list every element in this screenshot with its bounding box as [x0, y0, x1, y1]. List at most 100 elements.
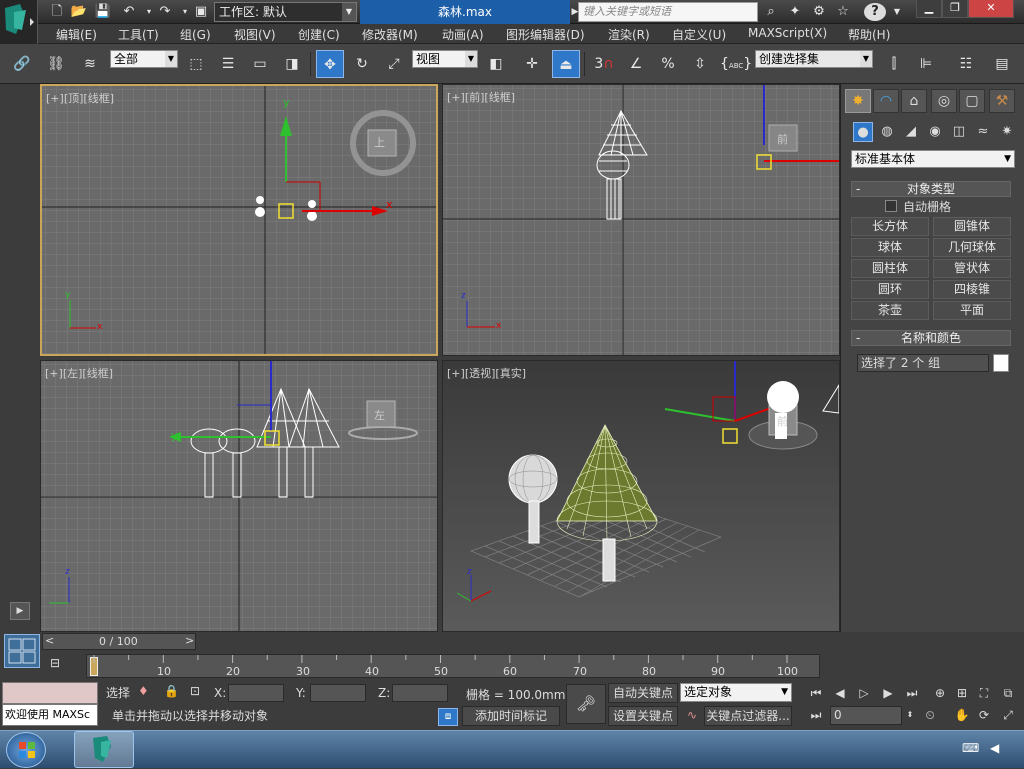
spinner-snap-icon[interactable]: ⇳: [686, 50, 714, 78]
bind-to-space-warp-icon[interactable]: ≋: [76, 50, 104, 78]
object-type-rollout[interactable]: - 对象类型: [851, 181, 1011, 197]
pivot-center-icon[interactable]: ◧: [482, 50, 510, 78]
curve-editor-icon[interactable]: ⊟: [50, 656, 74, 674]
x-coordinate-field[interactable]: [228, 684, 284, 702]
network-tray-icon[interactable]: ◀: [990, 741, 1010, 759]
menu-customize[interactable]: 自定义(U): [672, 26, 726, 43]
maximize-button[interactable]: ❐: [942, 0, 968, 18]
current-frame-field[interactable]: 0: [830, 706, 902, 725]
new-file-icon[interactable]: 🗋: [48, 3, 66, 21]
start-button[interactable]: [6, 732, 46, 768]
menu-create[interactable]: 创建(C): [298, 26, 340, 43]
teapot-button[interactable]: 茶壶: [851, 301, 929, 320]
workspace-select[interactable]: 工作区: 默认 ▼: [214, 2, 357, 22]
menu-rendering[interactable]: 渲染(R): [608, 26, 650, 43]
track-bar[interactable]: 10 20 30 40 50 60 70 80 90 100: [86, 654, 820, 678]
object-name-field[interactable]: 选择了 2 个 组: [857, 354, 989, 372]
viewport-front[interactable]: [+][前][线框] 前 z x: [442, 84, 840, 356]
angle-snap-icon[interactable]: ∠: [622, 50, 650, 78]
viewcube-face-label[interactable]: 上: [374, 134, 385, 150]
zoom-icon[interactable]: ⊕: [930, 684, 950, 702]
maxscript-listener-pink[interactable]: [2, 682, 98, 704]
torus-button[interactable]: 圆环: [851, 280, 929, 299]
reference-coordinate-select[interactable]: 视图 ▼: [412, 50, 478, 68]
autogrid-checkbox[interactable]: [885, 200, 897, 212]
time-slider-next-icon[interactable]: >: [185, 634, 194, 647]
viewport-top[interactable]: [+][顶][线框] 上 y x y x: [40, 84, 438, 356]
graphite-tools-icon[interactable]: ▤: [988, 50, 1016, 78]
add-time-tag-button[interactable]: 添加时间标记: [462, 706, 560, 726]
create-tab-icon[interactable]: ✸: [845, 89, 871, 113]
play-expand-icon[interactable]: ▶: [10, 602, 30, 620]
key-filter-curve-icon[interactable]: ∿: [682, 706, 702, 726]
geometry-icon[interactable]: ●: [853, 122, 873, 142]
keyboard-shortcut-override-icon[interactable]: ⏏: [552, 50, 580, 78]
viewport-label[interactable]: [+][前][线框]: [447, 89, 515, 105]
display-tab-icon[interactable]: ▢: [959, 89, 985, 113]
select-and-link-icon[interactable]: 🔗: [8, 50, 36, 78]
cylinder-button[interactable]: 圆柱体: [851, 259, 929, 278]
helpers-icon[interactable]: ◫: [949, 122, 969, 142]
select-and-rotate-icon[interactable]: ↻: [348, 50, 376, 78]
select-by-name-icon[interactable]: ☰: [214, 50, 242, 78]
spacewarps-icon[interactable]: ≈: [973, 122, 993, 142]
viewcube-face-label[interactable]: 前: [777, 131, 788, 147]
help-dropdown-icon[interactable]: ▼: [888, 3, 906, 21]
undo-icon[interactable]: ↶: [120, 3, 138, 21]
select-object-icon[interactable]: ⬚: [182, 50, 210, 78]
plane-button[interactable]: 平面: [933, 301, 1011, 320]
app-menu-button[interactable]: [0, 0, 38, 44]
absolute-mode-icon[interactable]: ⊡: [190, 684, 208, 702]
viewcube-face-label[interactable]: 左: [374, 407, 385, 423]
lights-icon[interactable]: ◢: [901, 122, 921, 142]
y-coordinate-field[interactable]: [310, 684, 366, 702]
menu-edit[interactable]: 编辑(E): [56, 26, 97, 43]
close-button[interactable]: ✕: [968, 0, 1014, 18]
maximize-viewport-icon[interactable]: ⤢: [998, 706, 1018, 724]
zoom-all-icon[interactable]: ⊞: [952, 684, 972, 702]
orbit-icon[interactable]: ⟳: [974, 706, 994, 724]
snaps-toggle-icon[interactable]: 3∩: [590, 50, 618, 78]
favorites-star-icon[interactable]: ☆: [834, 3, 852, 21]
zoom-extents-all-icon[interactable]: ⧉: [998, 684, 1018, 702]
key-mode-icon[interactable]: 🗝: [566, 684, 606, 724]
key-mode-toggle-icon[interactable]: ⏭: [806, 706, 826, 724]
hierarchy-tab-icon[interactable]: ⌂: [901, 89, 927, 113]
menu-help[interactable]: 帮助(H): [848, 26, 890, 43]
taskbar-3dsmax-app[interactable]: [74, 731, 134, 768]
geosphere-button[interactable]: 几何球体: [933, 238, 1011, 257]
menu-group[interactable]: 组(G): [180, 26, 211, 43]
zoom-extents-icon[interactable]: ⛶: [974, 684, 994, 702]
edit-named-selection-icon[interactable]: {ABC}: [720, 50, 752, 78]
redo-icon[interactable]: ↷: [156, 3, 174, 21]
modify-tab-icon[interactable]: ◠: [873, 89, 899, 113]
go-to-end-icon[interactable]: ⏭: [902, 684, 922, 702]
menu-tools[interactable]: 工具(T): [118, 26, 159, 43]
select-and-move-icon[interactable]: ✥: [316, 50, 344, 78]
viewport-left[interactable]: [+][左][线框] 左 y z: [40, 360, 438, 632]
unlink-icon[interactable]: ⛓: [42, 50, 70, 78]
cone-button[interactable]: 圆锥体: [933, 217, 1011, 236]
utilities-tab-icon[interactable]: ⚒: [989, 89, 1015, 113]
menu-views[interactable]: 视图(V): [234, 26, 276, 43]
keyboard-tray-icon[interactable]: ⌨: [962, 741, 982, 759]
menu-graph-editors[interactable]: 图形编辑器(D): [506, 26, 585, 43]
auto-key-button[interactable]: 自动关键点: [608, 683, 678, 703]
binoculars-icon[interactable]: ⌕: [762, 3, 780, 21]
previous-frame-icon[interactable]: ◀: [830, 684, 850, 702]
frame-spinner-icon[interactable]: ⬍: [904, 706, 916, 724]
pyramid-button[interactable]: 四棱锥: [933, 280, 1011, 299]
key-target-select[interactable]: 选定对象 ▼: [680, 683, 792, 702]
help-icon[interactable]: ?: [864, 3, 886, 21]
menu-maxscript[interactable]: MAXScript(X): [748, 26, 827, 40]
go-to-start-icon[interactable]: ⏮: [806, 684, 826, 702]
layer-manager-icon[interactable]: ☷: [952, 50, 980, 78]
name-color-rollout[interactable]: - 名称和颜色: [851, 330, 1011, 346]
next-frame-icon[interactable]: ▶: [878, 684, 898, 702]
selection-lock-icon[interactable]: 🔒: [164, 684, 182, 702]
viewport-perspective[interactable]: [+][透视][真实] 前 z: [442, 360, 840, 632]
align-icon[interactable]: ⊫: [912, 50, 940, 78]
time-slider[interactable]: < 0 / 100 >: [42, 633, 196, 650]
menu-animation[interactable]: 动画(A): [442, 26, 484, 43]
time-tag-icon[interactable]: ⧈: [438, 708, 458, 726]
